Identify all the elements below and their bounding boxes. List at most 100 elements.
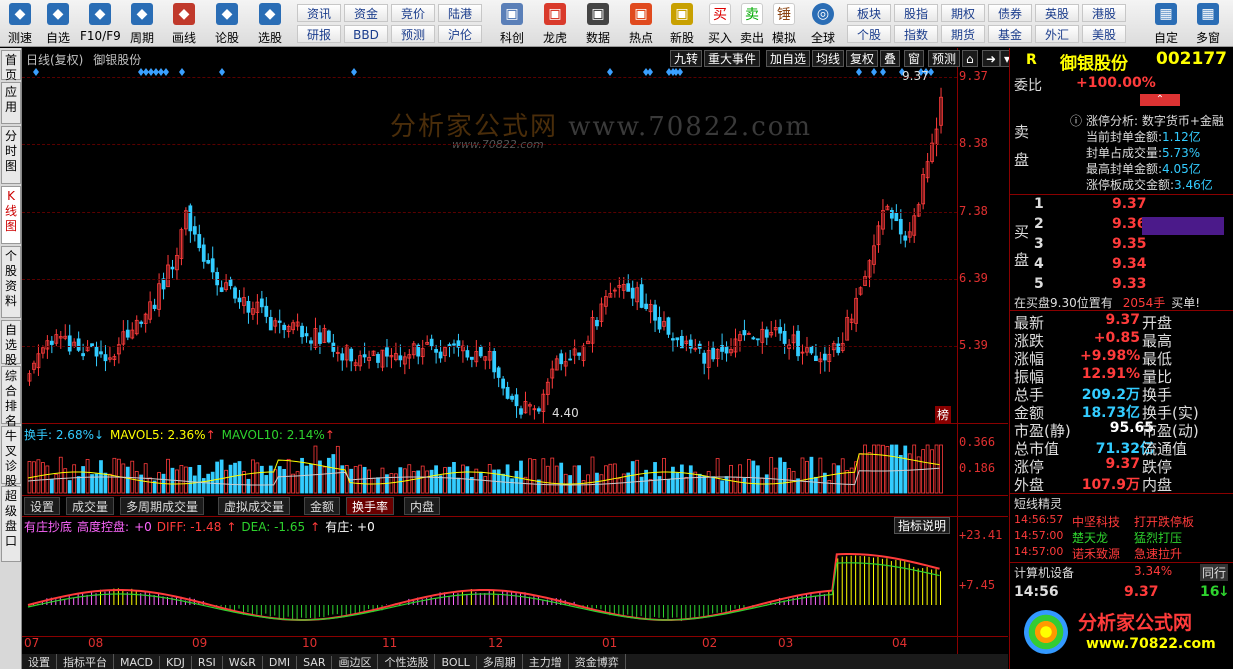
rank-tag[interactable]: 榜	[935, 406, 952, 423]
toolbar-market-button[interactable]: 板块	[847, 4, 891, 22]
toolbar-market-button[interactable]: 外汇	[1035, 25, 1079, 43]
volume-bar	[210, 471, 215, 494]
toolbar-globe-button[interactable]: ◎ 全球	[804, 3, 842, 45]
volume-bar	[398, 467, 403, 494]
indicator-tab-0[interactable]: 设置	[22, 654, 57, 669]
toolbar-clock-gauge-button[interactable]: ◆ 测速	[0, 3, 40, 45]
bid-price[interactable]: 9.33	[1112, 276, 1147, 292]
sub-tab-0[interactable]: 设置	[24, 497, 61, 515]
indicator-tab-12[interactable]: 主力增	[523, 654, 569, 669]
toolbar-market-button[interactable]: 股指	[894, 4, 938, 22]
chart-button-6[interactable]: 窗	[904, 50, 925, 67]
limit-key: 最高封单金额:	[1086, 162, 1163, 176]
toolbar-cycle-button[interactable]: ◆ 周期	[122, 3, 162, 45]
sub-tab-3[interactable]: 虚拟成交量	[218, 497, 291, 515]
sub-tab-4[interactable]: 金额	[304, 497, 341, 515]
sprite-stock[interactable]: 楚天龙	[1072, 529, 1108, 546]
toolbar-trade-button[interactable]: 买买入	[704, 3, 736, 45]
left-tab-4[interactable]: 个股资料	[1, 246, 21, 318]
chart-button-7[interactable]: 预测	[928, 50, 961, 67]
toolbar-fire-button[interactable]: ▣ 热点	[621, 3, 661, 45]
toolbar-pe-button[interactable]: ▣ 数据	[578, 3, 618, 45]
volume-bar	[706, 471, 711, 494]
chart-button-2[interactable]: 加自选	[766, 50, 811, 67]
toolbar-end-button[interactable]: ▦ 自定	[1146, 3, 1186, 45]
left-tab-0[interactable]: 首页	[1, 50, 21, 82]
toolbar-market-button[interactable]: 期权	[941, 4, 985, 22]
sector-peers-tab[interactable]: 同行	[1200, 564, 1229, 581]
toolbar-grid-button[interactable]: 资金	[344, 4, 388, 22]
indicator-tab-1[interactable]: 指标平台	[57, 654, 114, 669]
indicator-tab-13[interactable]: 资金博弈	[569, 654, 626, 669]
sprite-stock[interactable]: 诺禾致源	[1072, 545, 1120, 562]
chart-button-3[interactable]: 均线	[812, 50, 845, 67]
left-tab-8[interactable]: 超级盘口	[1, 486, 21, 562]
toolbar-market-button[interactable]: 英股	[1035, 4, 1079, 22]
toolbar-grid-button[interactable]: 预测	[391, 25, 435, 43]
arrow-right-icon[interactable]: ➜	[982, 50, 1001, 67]
bid-price[interactable]: 9.37	[1112, 196, 1147, 212]
toolbar-grid-button[interactable]: 研报	[297, 25, 341, 43]
sub-tab-1[interactable]: 成交量	[66, 497, 115, 515]
toolbar-market-button[interactable]: 期货	[941, 25, 985, 43]
lock-icon[interactable]: ⌂	[962, 50, 978, 67]
toolbar-market-button[interactable]: 债券	[988, 4, 1032, 22]
indicator-tab-3[interactable]: KDJ	[160, 656, 192, 669]
left-tab-2[interactable]: 分时图	[1, 126, 21, 184]
left-tab-7[interactable]: 牛叉诊股	[1, 426, 21, 488]
toolbar-grid-button[interactable]: 资讯	[297, 4, 341, 22]
left-tab-bar: 首页 应用 分时图 K线图 个股资料 自选股 综合排名 牛叉诊股 超级盘口	[0, 48, 22, 669]
indicator-tab-6[interactable]: DMI	[263, 656, 298, 669]
flower-logo-icon	[1024, 610, 1068, 654]
toolbar-grid-button[interactable]: 陆港	[438, 4, 482, 22]
chart-button-4[interactable]: 复权	[846, 50, 879, 67]
indicator-tab-9[interactable]: 个性选股	[378, 654, 436, 669]
toolbar-chat-button[interactable]: ◆ 论股	[207, 3, 247, 45]
toolbar-market-button[interactable]: 基金	[988, 25, 1032, 43]
toolbar-pencil-button[interactable]: ◆ 画线	[164, 3, 204, 45]
sub-tab-6[interactable]: 内盘	[404, 497, 441, 515]
left-tab-5[interactable]: 自选股	[1, 320, 21, 367]
sprite-stock[interactable]: 中坚科技	[1072, 513, 1120, 530]
chart-button-0[interactable]: 九转	[670, 50, 703, 67]
indicator-tab-11[interactable]: 多周期	[477, 654, 523, 669]
toolbar-end-button[interactable]: ▦ 多窗	[1188, 3, 1228, 45]
sector-name[interactable]: 计算机设备	[1014, 564, 1074, 581]
sub-tab-5[interactable]: 换手率	[346, 497, 395, 515]
kline-chart-area[interactable]: 日线(复权) 御银股份 分析家公式网 www.70822.com www.708…	[22, 48, 1015, 654]
chart-canvas[interactable]	[22, 48, 1008, 654]
indicator-tab-4[interactable]: RSI	[192, 656, 223, 669]
indicator-tab-8[interactable]: 画边区	[332, 654, 379, 669]
bid-price[interactable]: 9.35	[1112, 236, 1147, 252]
left-tab-1[interactable]: 应用	[1, 82, 21, 124]
toolbar-grid-button[interactable]: 沪伦	[438, 25, 482, 43]
toolbar-chart-button[interactable]: ▣ 科创	[492, 3, 532, 45]
chart-icon: ▣	[501, 3, 523, 25]
toolbar-search-chart-button[interactable]: ◆ 选股	[250, 3, 290, 45]
indicator-help-button[interactable]: 指标说明	[894, 517, 951, 534]
toolbar-document-button[interactable]: ◆ F10/F9	[80, 3, 121, 45]
toolbar-trade-button[interactable]: 锤模拟	[768, 3, 800, 45]
toolbar-market-button[interactable]: 个股	[847, 25, 891, 43]
toolbar-ipo-button[interactable]: ▣ 新股	[662, 3, 702, 45]
indicator-tab-10[interactable]: BOLL	[435, 656, 477, 669]
toolbar-market-button[interactable]: 指数	[894, 25, 938, 43]
indicator-tab-7[interactable]: SAR	[297, 656, 333, 669]
volume-bar	[773, 467, 778, 494]
chart-button-1[interactable]: 重大事件	[704, 50, 761, 67]
toolbar-star-button[interactable]: ◆ 自选	[38, 3, 78, 45]
toolbar-market-button[interactable]: 港股	[1082, 4, 1126, 22]
toolbar-grid-button[interactable]: 竞价	[391, 4, 435, 22]
toolbar-trade-button[interactable]: 卖卖出	[736, 3, 768, 45]
indicator-tab-5[interactable]: W&R	[223, 656, 263, 669]
collapse-icon[interactable]: ⌃	[1140, 94, 1180, 106]
left-tab-3[interactable]: K线图	[1, 186, 21, 244]
bid-price[interactable]: 9.34	[1112, 256, 1147, 272]
left-tab-6[interactable]: 综合排名	[1, 366, 21, 428]
sub-tab-2[interactable]: 多周期成交量	[120, 497, 205, 515]
toolbar-tiger-button[interactable]: ▣ 龙虎	[535, 3, 575, 45]
indicator-tab-2[interactable]: MACD	[114, 656, 160, 669]
toolbar-market-button[interactable]: 美股	[1082, 25, 1126, 43]
toolbar-grid-button[interactable]: BBD	[344, 25, 388, 43]
chart-button-5[interactable]: 叠	[880, 50, 901, 67]
